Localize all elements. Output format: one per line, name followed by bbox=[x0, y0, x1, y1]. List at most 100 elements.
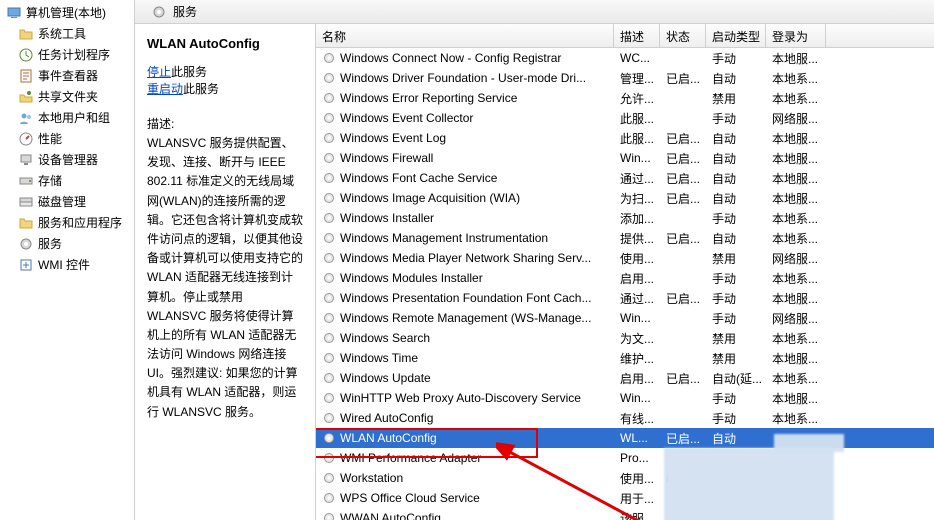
service-icon bbox=[322, 231, 336, 245]
cell-desc: 维护... bbox=[614, 350, 660, 367]
service-name: Windows Connect Now - Config Registrar bbox=[340, 51, 561, 65]
service-icon bbox=[322, 331, 336, 345]
col-desc[interactable]: 描述 bbox=[614, 24, 660, 47]
share-icon bbox=[18, 89, 34, 105]
table-row[interactable]: Wired AutoConfig有线...手动本地系... bbox=[316, 408, 934, 428]
cell-start: 自动 bbox=[706, 170, 766, 187]
cell-desc: 提供... bbox=[614, 230, 660, 247]
table-row[interactable]: Windows Event Collector此服...手动网络服... bbox=[316, 108, 934, 128]
cell-logon: 本地服... bbox=[766, 130, 826, 147]
table-row[interactable]: Workstation使用...i bbox=[316, 468, 934, 488]
table-row[interactable]: Windows Modules Installer启用...手动本地系... bbox=[316, 268, 934, 288]
table-row[interactable]: Windows Time维护...禁用本地服... bbox=[316, 348, 934, 368]
tree-item[interactable]: 性能 bbox=[0, 128, 134, 149]
tree-item[interactable]: 本地用户和组 bbox=[0, 107, 134, 128]
tree-item[interactable]: 存储 bbox=[0, 170, 134, 191]
stop-link[interactable]: 停止 bbox=[147, 65, 171, 79]
col-name[interactable]: 名称 bbox=[316, 24, 614, 47]
cell-logon: 本地系... bbox=[766, 270, 826, 287]
tree-item[interactable]: 磁盘管理 bbox=[0, 191, 134, 212]
table-row[interactable]: Windows Connect Now - Config Registrar WC… bbox=[316, 48, 934, 68]
restart-link[interactable]: 重启动 bbox=[147, 82, 183, 96]
cell-start: 禁用 bbox=[706, 250, 766, 267]
tree-item[interactable]: 系统工具 bbox=[0, 23, 134, 44]
cell-state: 已启... bbox=[660, 290, 706, 307]
service-name: Windows Presentation Foundation Font Cac… bbox=[340, 291, 591, 305]
service-icon bbox=[322, 451, 336, 465]
tree-item-label: 性能 bbox=[38, 130, 62, 147]
col-state[interactable]: 状态 bbox=[660, 24, 706, 47]
service-icon bbox=[322, 471, 336, 485]
service-name: Windows Update bbox=[340, 371, 431, 385]
tree-item[interactable]: 共享文件夹 bbox=[0, 86, 134, 107]
storage-icon bbox=[18, 173, 34, 189]
tree-item[interactable]: 任务计划程序 bbox=[0, 44, 134, 65]
cell-start: 手动 bbox=[706, 50, 766, 67]
cell-start: 手动 bbox=[706, 270, 766, 287]
table-row[interactable]: Windows Search为文...禁用本地系... bbox=[316, 328, 934, 348]
table-row[interactable]: Windows Presentation Foundation Font Cac… bbox=[316, 288, 934, 308]
tree-item[interactable]: 服务和应用程序 bbox=[0, 212, 134, 233]
table-row[interactable]: Windows Driver Foundation - User-mode Dr… bbox=[316, 68, 934, 88]
header-title: 服务 bbox=[173, 3, 197, 20]
table-row[interactable]: Windows Font Cache Service通过...已启...自动本地… bbox=[316, 168, 934, 188]
table-row[interactable]: Windows Event Log此服...已启...自动本地服... bbox=[316, 128, 934, 148]
cell-start: 自动 bbox=[706, 130, 766, 147]
table-row[interactable]: WPS Office Cloud Service用于... bbox=[316, 488, 934, 508]
service-icon bbox=[322, 391, 336, 405]
table-row[interactable]: WWAN AutoConfig该服... bbox=[316, 508, 934, 520]
table-row[interactable]: Windows Media Player Network Sharing Ser… bbox=[316, 248, 934, 268]
tree-root[interactable]: 算机管理(本地) bbox=[0, 2, 134, 23]
service-icon bbox=[322, 131, 336, 145]
cell-desc: 此服... bbox=[614, 130, 660, 147]
cell-state: 已启... bbox=[660, 70, 706, 87]
service-name: Windows Font Cache Service bbox=[340, 171, 497, 185]
cell-desc: 为扫... bbox=[614, 190, 660, 207]
service-name: Windows Modules Installer bbox=[340, 271, 483, 285]
cell-logon: 本地系... bbox=[766, 230, 826, 247]
tree-item-label: 设备管理器 bbox=[38, 151, 98, 168]
cell-state: 已启... bbox=[660, 150, 706, 167]
event-icon bbox=[18, 68, 34, 84]
cell-start: 手动 bbox=[706, 310, 766, 327]
wmi-icon bbox=[18, 257, 34, 273]
col-start[interactable]: 启动类型 bbox=[706, 24, 766, 47]
table-row[interactable]: WinHTTP Web Proxy Auto-Discovery Service… bbox=[316, 388, 934, 408]
cell-desc: 通过... bbox=[614, 170, 660, 187]
cell-desc: Pro... bbox=[614, 451, 660, 465]
table-row[interactable]: Windows FirewallWin...已启...自动本地服... bbox=[316, 148, 934, 168]
table-row[interactable]: Windows Installer添加...手动本地系... bbox=[316, 208, 934, 228]
tree-item[interactable]: 事件查看器 bbox=[0, 65, 134, 86]
tree-item[interactable]: 服务 bbox=[0, 233, 134, 254]
services-list: 名称 描述 状态 启动类型 登录为 Windows Connect Now - … bbox=[315, 24, 934, 520]
table-row[interactable]: Windows Update启用...已启...自动(延...本地系... bbox=[316, 368, 934, 388]
cell-start: 自动(延... bbox=[706, 370, 766, 387]
users-icon bbox=[18, 110, 34, 126]
cell-state: 已启... bbox=[660, 370, 706, 387]
cell-logon: 本地系... bbox=[766, 410, 826, 427]
folder-icon bbox=[18, 26, 34, 42]
table-row[interactable]: Windows Error Reporting Service允许...禁用本地… bbox=[316, 88, 934, 108]
table-row[interactable]: Windows Image Acquisition (WIA)为扫...已启..… bbox=[316, 188, 934, 208]
table-row[interactable]: Windows Remote Management (WS-Manage...W… bbox=[316, 308, 934, 328]
tree-item-label: 服务 bbox=[38, 235, 62, 252]
tree-item[interactable]: WMI 控件 bbox=[0, 254, 134, 275]
table-row[interactable]: Windows Management Instrumentation提供...已… bbox=[316, 228, 934, 248]
cell-start: 自动 bbox=[706, 150, 766, 167]
tree-item-label: 服务和应用程序 bbox=[38, 214, 122, 231]
cell-desc: 使用... bbox=[614, 470, 660, 487]
cell-desc: WC... bbox=[614, 51, 660, 65]
cell-start: 禁用 bbox=[706, 350, 766, 367]
cell-desc: 为文... bbox=[614, 330, 660, 347]
cell-logon: 本地系... bbox=[766, 330, 826, 347]
cell-desc: 有线... bbox=[614, 410, 660, 427]
service-name: Windows Management Instrumentation bbox=[340, 231, 548, 245]
service-icon bbox=[322, 271, 336, 285]
tree-item-label: WMI 控件 bbox=[38, 256, 90, 273]
cell-desc: 使用... bbox=[614, 250, 660, 267]
cell-logon: 本地服... bbox=[766, 390, 826, 407]
service-name: WMI Performance Adapter bbox=[340, 451, 481, 465]
tree-item[interactable]: 设备管理器 bbox=[0, 149, 134, 170]
service-name: WLAN AutoConfig bbox=[340, 431, 437, 445]
col-logon[interactable]: 登录为 bbox=[766, 24, 826, 47]
